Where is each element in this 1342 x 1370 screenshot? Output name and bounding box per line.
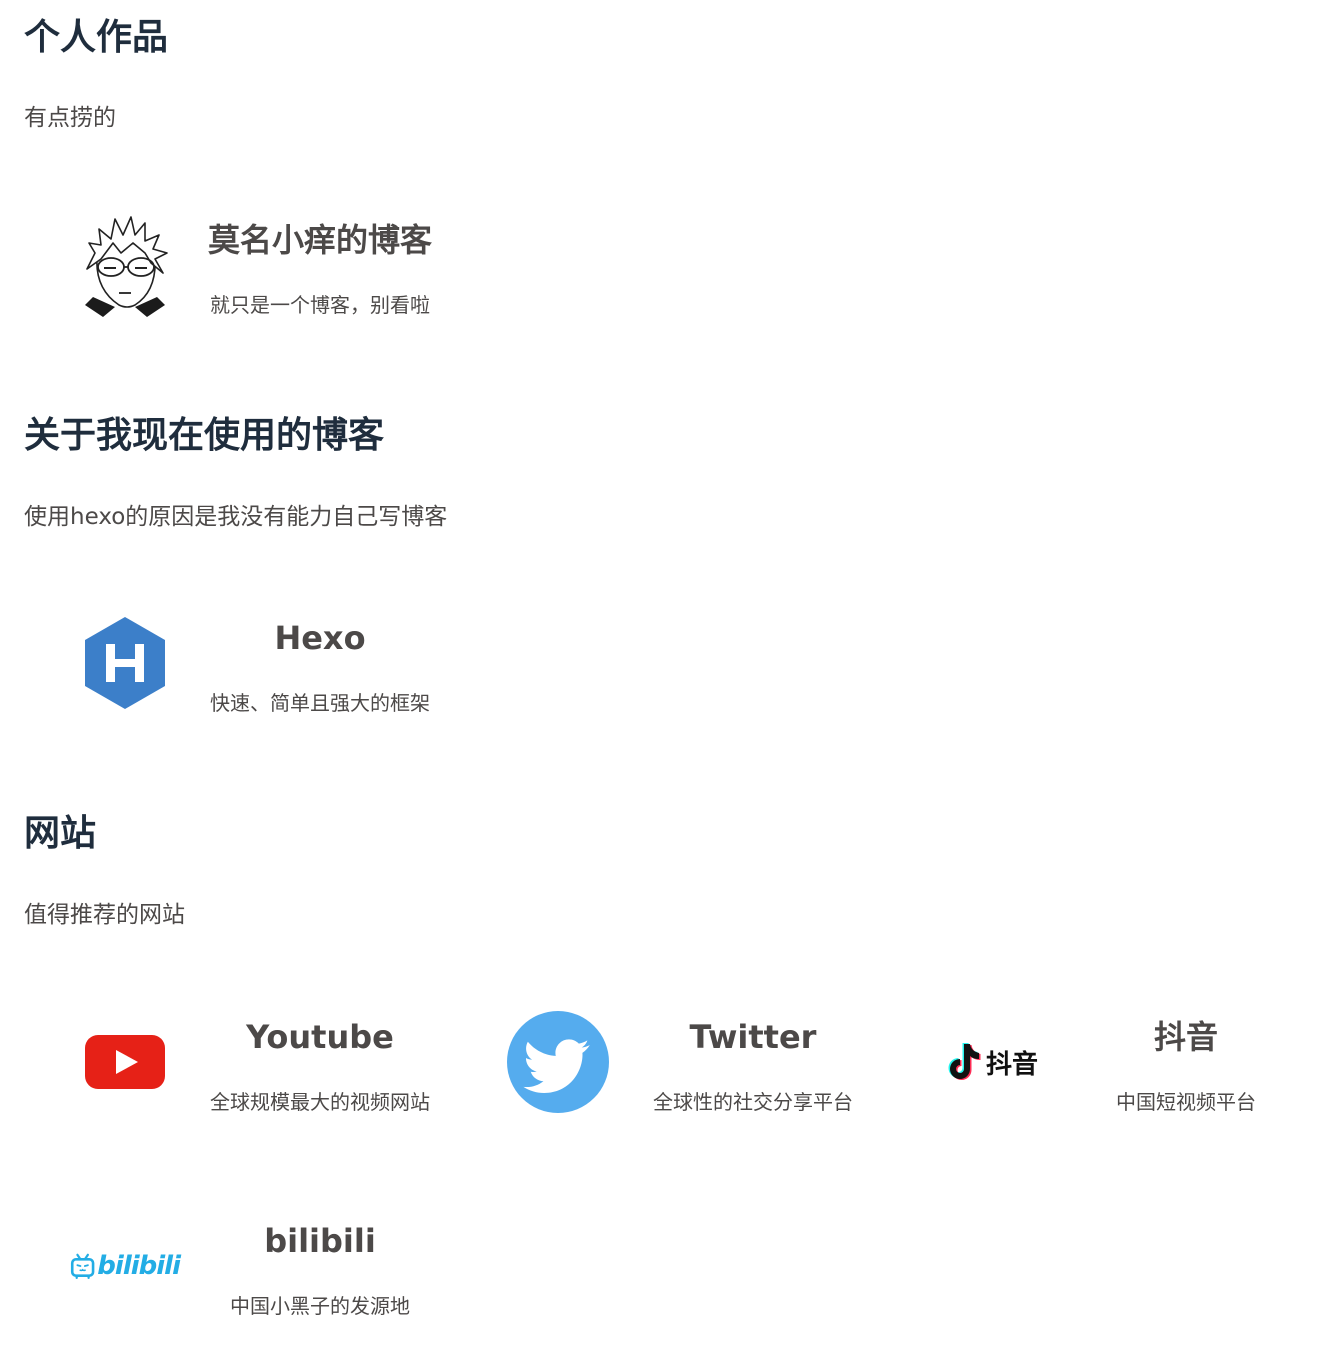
card-description: 快速、简单且强大的框架 xyxy=(210,691,430,715)
bilibili-logo-icon: bilibili xyxy=(70,1211,181,1321)
bilibili-logo-text: bilibili xyxy=(97,1251,181,1281)
card-youtube[interactable]: Youtube 全球规模最大的视频网站 xyxy=(30,977,450,1137)
card-blog[interactable]: 莫名小痒的博客 就只是一个博客，别看啦 xyxy=(30,180,450,340)
card-description: 全球性的社交分享平台 xyxy=(653,1090,853,1114)
card-description: 全球规模最大的视频网站 xyxy=(210,1090,430,1114)
douyin-logo-text: 抖音 xyxy=(985,1049,1038,1080)
anime-avatar-icon xyxy=(70,210,180,320)
card-name: bilibili xyxy=(264,1222,376,1260)
bilibili-tv-icon xyxy=(70,1253,95,1280)
card-twitter[interactable]: Twitter 全球性的社交分享平台 xyxy=(463,977,883,1137)
section-title-blog: 关于我现在使用的博客 xyxy=(24,415,385,456)
page: { "sections": [ { "title": "个人作品", "desc… xyxy=(0,0,1342,1370)
card-description: 中国短视频平台 xyxy=(1116,1090,1256,1114)
hexo-logo-icon xyxy=(70,608,180,718)
section-description-works: 有点捞的 xyxy=(24,105,116,131)
card-hexo[interactable]: Hexo 快速、简单且强大的框架 xyxy=(30,578,450,738)
card-name: 抖音 xyxy=(1153,1018,1218,1056)
card-douyin[interactable]: 抖音 抖音 中国短视频平台 xyxy=(896,977,1316,1137)
card-description: 就只是一个博客，别看啦 xyxy=(210,293,430,317)
card-name: Youtube xyxy=(246,1018,394,1056)
card-name: Twitter xyxy=(689,1018,817,1056)
douyin-logo-icon: 抖音 xyxy=(936,1007,1046,1117)
twitter-logo-icon xyxy=(503,1007,613,1117)
card-name: Hexo xyxy=(274,619,366,657)
section-description-blog: 使用hexo的原因是我没有能力自己写博客 xyxy=(24,504,448,530)
youtube-logo-icon xyxy=(70,1007,180,1117)
card-bilibili[interactable]: bilibili bilibili 中国小黑子的发源地 xyxy=(30,1181,450,1341)
card-description: 中国小黑子的发源地 xyxy=(230,1294,410,1318)
section-title-websites: 网站 xyxy=(24,813,97,854)
card-name: 莫名小痒的博客 xyxy=(207,221,432,259)
section-description-websites: 值得推荐的网站 xyxy=(24,902,185,928)
douyin-note-icon xyxy=(948,1043,981,1080)
section-title-works: 个人作品 xyxy=(24,17,169,58)
